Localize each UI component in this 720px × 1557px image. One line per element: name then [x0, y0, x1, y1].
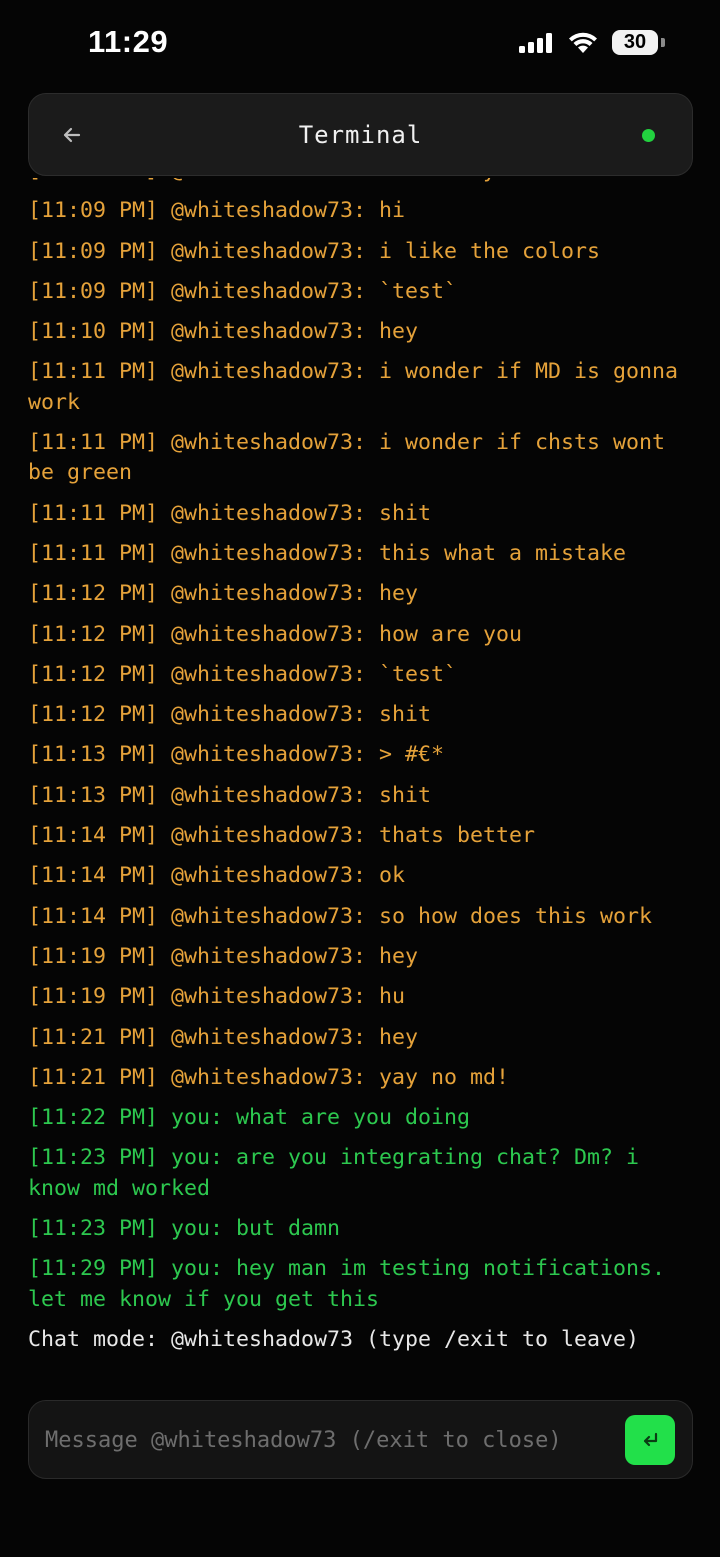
incoming-message-line: [11:14 PM] @whiteshadow73: so how does t… — [28, 903, 653, 929]
page-title: Terminal — [298, 121, 423, 149]
terminal-output[interactable]: [11:09 PM] @whiteshadow73: how are you [1… — [0, 178, 720, 1383]
enter-icon — [643, 1432, 658, 1447]
outgoing-message-line: [11:23 PM] you: are you integrating chat… — [28, 1145, 653, 1201]
incoming-message-line: [11:12 PM] @whiteshadow73: how are you — [28, 621, 523, 647]
cellular-signal-icon — [519, 33, 555, 53]
incoming-message-line: [11:12 PM] @whiteshadow73: hey — [28, 581, 419, 607]
incoming-message-line: [11:14 PM] @whiteshadow73: thats better — [28, 823, 536, 849]
incoming-message-line: [11:11 PM] @whiteshadow73: shit — [28, 500, 432, 526]
wifi-icon — [569, 32, 597, 53]
incoming-message-line: [11:19 PM] @whiteshadow73: hey — [28, 943, 419, 969]
arrow-left-icon — [63, 127, 81, 143]
incoming-message-line: [11:11 PM] @whiteshadow73: i wonder if c… — [28, 430, 679, 486]
terminal-header: Terminal — [28, 93, 693, 176]
incoming-message-line: [11:09 PM] @whiteshadow73: `test` — [28, 278, 458, 304]
outgoing-message-line: [11:22 PM] you: what are you doing — [28, 1105, 471, 1131]
incoming-message-line: [11:13 PM] @whiteshadow73: > #€* — [28, 742, 445, 768]
message-input-bar — [28, 1400, 693, 1479]
incoming-message-line: [11:11 PM] @whiteshadow73: this what a m… — [28, 540, 627, 566]
chat-mode-line: Chat mode: @whiteshadow73 (type /exit to… — [28, 1326, 640, 1352]
terminal-lines: [11:09 PM] @whiteshadow73: how are you [1… — [28, 178, 698, 1365]
battery-icon: 30 — [612, 30, 658, 55]
message-input[interactable] — [45, 1419, 610, 1461]
incoming-message-line: [11:13 PM] @whiteshadow73: shit — [28, 782, 432, 808]
incoming-message-line: [11:11 PM] @whiteshadow73: i wonder if M… — [28, 359, 692, 415]
incoming-message-line: [11:14 PM] @whiteshadow73: ok — [28, 863, 406, 889]
back-button[interactable] — [57, 120, 87, 150]
connection-status-indicator — [642, 129, 655, 142]
incoming-message-line: [11:12 PM] @whiteshadow73: shit — [28, 702, 432, 728]
incoming-message-line: [11:19 PM] @whiteshadow73: hu — [28, 984, 406, 1010]
battery-cap — [661, 38, 665, 47]
outgoing-message-line: [11:29 PM] you: hey man im testing notif… — [28, 1256, 679, 1312]
incoming-message-line: [11:12 PM] @whiteshadow73: `test` — [28, 661, 458, 687]
battery-level: 30 — [623, 31, 647, 53]
incoming-message-line: [11:09 PM] @whiteshadow73: i like the co… — [28, 238, 601, 264]
incoming-message-line: [11:09 PM] @whiteshadow73: how are you — [28, 178, 698, 186]
outgoing-message-line: [11:23 PM] you: but damn — [28, 1216, 341, 1242]
status-bar: 11:29 30 — [0, 0, 720, 86]
incoming-message-line: [11:21 PM] @whiteshadow73: hey — [28, 1024, 419, 1050]
send-button[interactable] — [625, 1415, 675, 1465]
status-time: 11:29 — [88, 24, 169, 59]
incoming-message-line: [11:10 PM] @whiteshadow73: hey — [28, 319, 419, 345]
incoming-message-line: [11:21 PM] @whiteshadow73: yay no md! — [28, 1064, 510, 1090]
incoming-message-line: [11:09 PM] @whiteshadow73: hi — [28, 198, 406, 224]
